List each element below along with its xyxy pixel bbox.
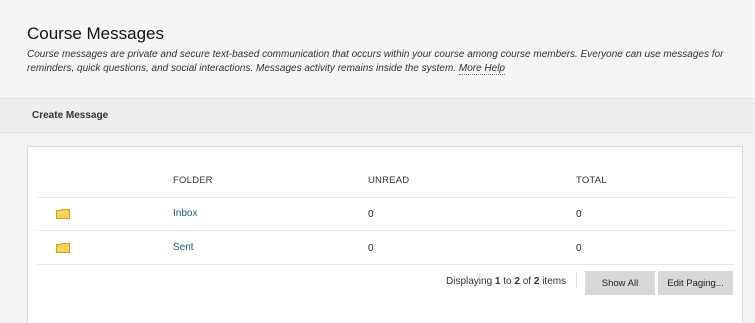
- create-message-button[interactable]: Create Message: [32, 110, 108, 121]
- paging-total: 2: [533, 276, 540, 287]
- description-text: Course messages are private and secure t…: [27, 49, 724, 74]
- paging-separator: [576, 272, 577, 288]
- folder-link-sent[interactable]: Sent: [173, 242, 194, 253]
- page-description: Course messages are private and secure t…: [27, 48, 737, 76]
- show-all-button[interactable]: Show All: [585, 271, 655, 295]
- more-help-link[interactable]: More Help: [458, 63, 505, 75]
- paging-suffix: items: [542, 276, 567, 287]
- column-header-total[interactable]: TOTAL: [576, 175, 607, 186]
- header-row-divider: [37, 197, 734, 198]
- folders-panel: [27, 146, 743, 323]
- paging-to-word: to: [503, 276, 512, 287]
- paging-from: 1: [494, 276, 501, 287]
- action-bar-divider: [0, 132, 755, 133]
- folder-link-inbox[interactable]: Inbox: [173, 208, 197, 219]
- sent-total-count: 0: [576, 243, 582, 254]
- folder-icon: [56, 243, 70, 253]
- row-divider: [37, 264, 734, 265]
- row-divider: [37, 230, 734, 231]
- paging-of-word: of: [522, 276, 532, 287]
- folder-icon: [56, 209, 70, 219]
- edit-paging-button[interactable]: Edit Paging...: [658, 271, 733, 295]
- sent-unread-count: 0: [368, 243, 374, 254]
- action-bar: [0, 99, 755, 132]
- column-header-unread[interactable]: UNREAD: [368, 175, 409, 186]
- paging-to: 2: [514, 276, 520, 287]
- inbox-total-count: 0: [576, 209, 582, 220]
- paging-prefix: Displaying: [446, 276, 493, 287]
- column-header-folder[interactable]: FOLDER: [173, 175, 213, 186]
- page-title: Course Messages: [27, 24, 165, 43]
- inbox-unread-count: 0: [368, 209, 374, 220]
- paging-status: Displaying 1 to 2 of 2 items: [446, 276, 566, 287]
